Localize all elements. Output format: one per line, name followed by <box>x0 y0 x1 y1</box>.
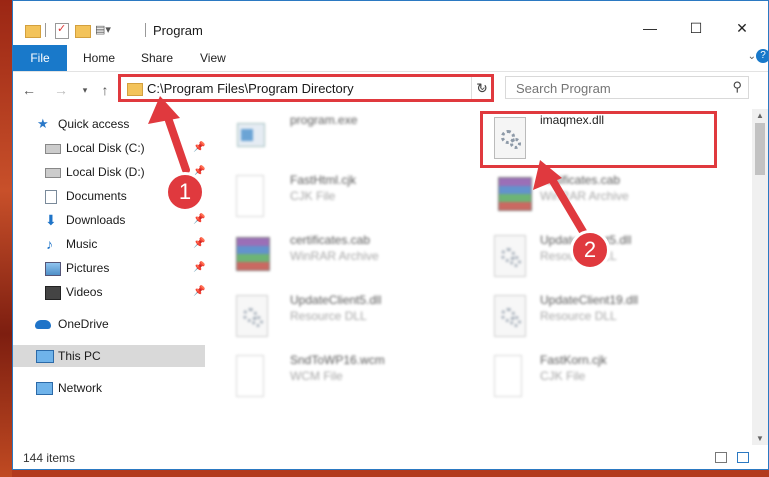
arrow-1-line <box>162 108 190 174</box>
arrow-1-head <box>148 96 180 124</box>
step-1-badge: 1 <box>165 172 205 212</box>
annotation-arrows <box>148 96 592 244</box>
step-2-badge: 2 <box>570 230 610 270</box>
